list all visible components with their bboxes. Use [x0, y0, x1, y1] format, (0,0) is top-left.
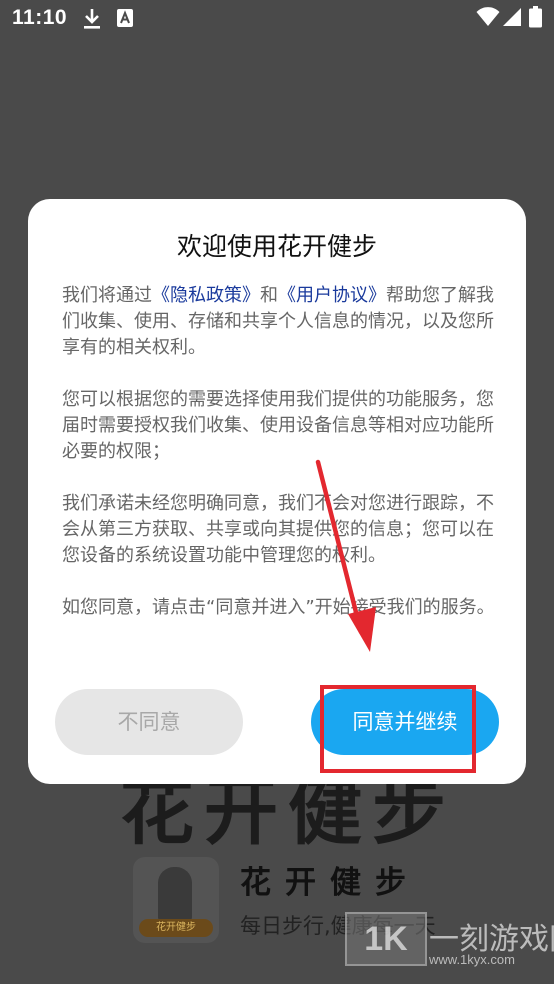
annotation-highlight-box [320, 685, 476, 773]
annotation-arrow [315, 459, 376, 652]
watermark-logo: 1K [345, 912, 427, 966]
watermark: 1K 一刻游戏网 www.1kyx.com [345, 912, 554, 984]
watermark-url: www.1kyx.com [429, 952, 515, 967]
